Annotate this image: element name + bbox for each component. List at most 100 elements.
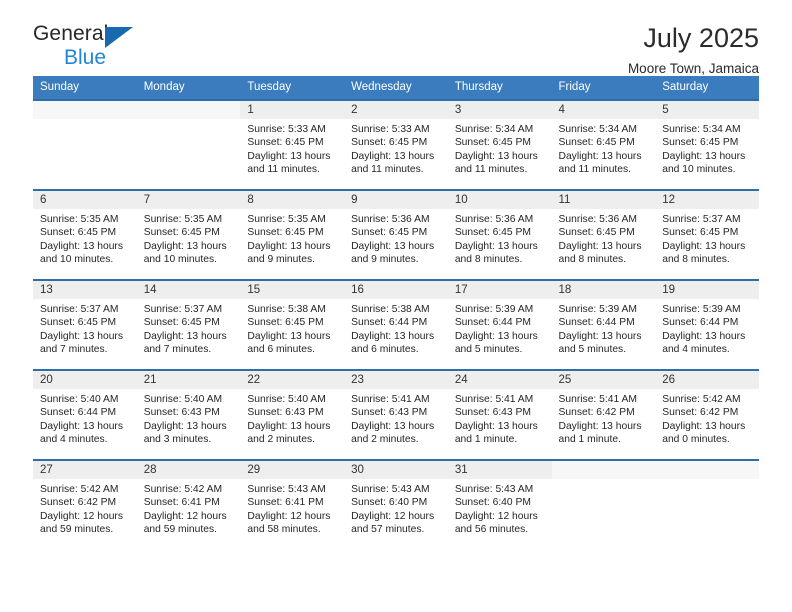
sunrise-time: Sunrise: 5:41 AM <box>558 393 637 405</box>
calendar-day-cell[interactable]: 12 Sunrise: 5:37 AM Sunset: 6:45 PM Dayligh… <box>655 188 759 279</box>
day-cell-inner: 3 Sunrise: 5:34 AM Sunset: 6:45 PM Daylight… <box>447 98 552 189</box>
calendar-day-cell[interactable]: 25 Sunrise: 5:41 AM Sunset: 6:42 PM Dayligh… <box>551 368 656 459</box>
calendar-day-cell[interactable]: 17 Sunrise: 5:39 AM Sunset: 6:44 PM Dayligh… <box>447 278 552 369</box>
daylight-duration-line1: Daylight: 13 hours <box>662 330 746 342</box>
calendar-day-cell[interactable]: 2 Sunrise: 5:33 AM Sunset: 6:45 PM Daylight… <box>344 98 448 189</box>
calendar-day-cell[interactable]: 5 Sunrise: 5:34 AM Sunset: 6:45 PM Daylight… <box>655 98 759 189</box>
calendar-day-cell[interactable]: 10 Sunrise: 5:36 AM Sunset: 6:45 PM Dayligh… <box>447 188 552 279</box>
calendar-day-cell[interactable]: 1 Sunrise: 5:33 AM Sunset: 6:45 PM Daylight… <box>240 98 345 189</box>
daylight-duration-line2: and 1 minute. <box>454 434 518 446</box>
daylight-duration-line1: Daylight: 13 hours <box>454 150 538 162</box>
sunset-time: Sunset: 6:45 PM <box>558 227 635 239</box>
calendar-day-cell[interactable]: 8 Sunrise: 5:35 AM Sunset: 6:45 PM Daylight… <box>240 188 345 279</box>
sunset-time: Sunset: 6:45 PM <box>143 227 220 239</box>
daylight-duration-line1: Daylight: 13 hours <box>351 240 435 252</box>
logo-text-blue: Blue <box>64 46 107 69</box>
day-cell-inner: 8 Sunrise: 5:35 AM Sunset: 6:45 PM Daylight… <box>240 188 345 279</box>
calendar-day-cell[interactable]: 7 Sunrise: 5:35 AM Sunset: 6:45 PM Daylight… <box>136 188 241 279</box>
calendar-day-cell[interactable]: 24 Sunrise: 5:41 AM Sunset: 6:43 PM Dayligh… <box>447 368 552 459</box>
calendar-day-cell[interactable]: 15 Sunrise: 5:38 AM Sunset: 6:45 PM Dayligh… <box>240 278 345 369</box>
day-number: 7 <box>136 190 241 209</box>
daylight-duration-line1: Daylight: 12 hours <box>247 510 331 522</box>
calendar-day-cell[interactable]: 16 Sunrise: 5:38 AM Sunset: 6:44 PM Dayligh… <box>344 278 448 369</box>
daylight-duration-line1: Daylight: 13 hours <box>454 240 538 252</box>
sunset-time: Sunset: 6:43 PM <box>454 407 531 419</box>
day-number: 8 <box>240 190 345 209</box>
sunset-time: Sunset: 6:40 PM <box>351 497 428 509</box>
day-details: Sunrise: 5:33 AM Sunset: 6:45 PM Daylight:… <box>240 119 344 177</box>
daylight-duration-line2: and 11 minutes. <box>247 164 320 176</box>
calendar-day-cell[interactable]: 30 Sunrise: 5:43 AM Sunset: 6:40 PM Dayligh… <box>344 458 448 549</box>
sunrise-time: Sunrise: 5:34 AM <box>558 123 637 135</box>
sunset-time: Sunset: 6:44 PM <box>40 407 117 419</box>
daylight-duration-line2: and 11 minutes. <box>454 164 528 176</box>
sunrise-time: Sunrise: 5:43 AM <box>454 483 534 495</box>
day-cell-inner: 27 Sunrise: 5:42 AM Sunset: 6:42 PM Dayligh… <box>33 458 137 549</box>
day-details: Sunrise: 5:36 AM Sunset: 6:45 PM Daylight:… <box>344 209 448 267</box>
day-number: 22 <box>240 370 345 389</box>
calendar-day-cell[interactable]: 23 Sunrise: 5:41 AM Sunset: 6:43 PM Dayligh… <box>344 368 448 459</box>
generalblue-logo[interactable]: General Blue <box>33 22 153 78</box>
calendar-day-cell[interactable]: 13 Sunrise: 5:37 AM Sunset: 6:45 PM Dayligh… <box>33 278 137 369</box>
sunset-time: Sunset: 6:41 PM <box>247 497 324 509</box>
calendar-week-row: 27 Sunrise: 5:42 AM Sunset: 6:42 PM Dayligh… <box>33 458 759 549</box>
day-cell-inner: 18 Sunrise: 5:39 AM Sunset: 6:44 PM Dayligh… <box>551 278 656 369</box>
calendar-day-cell[interactable]: 3 Sunrise: 5:34 AM Sunset: 6:45 PM Daylight… <box>447 98 552 189</box>
day-details: Sunrise: 5:37 AM Sunset: 6:45 PM Daylight:… <box>655 209 759 267</box>
weekday-header-sunday: Sunday <box>33 76 137 99</box>
masthead: General Blue July 2025 Moore Town, Jamai… <box>33 0 759 76</box>
day-cell-inner: 28 Sunrise: 5:42 AM Sunset: 6:41 PM Dayligh… <box>136 458 241 549</box>
sunrise-time: Sunrise: 5:40 AM <box>40 393 119 405</box>
day-cell-inner: 20 Sunrise: 5:40 AM Sunset: 6:44 PM Dayligh… <box>33 368 137 459</box>
daylight-duration-line1: Daylight: 13 hours <box>454 420 538 432</box>
calendar-page: General Blue July 2025 Moore Town, Jamai… <box>0 0 792 612</box>
day-cell-inner: 12 Sunrise: 5:37 AM Sunset: 6:45 PM Dayligh… <box>655 188 759 279</box>
daylight-duration-line2: and 2 minutes. <box>351 434 419 446</box>
day-number: 27 <box>33 460 137 479</box>
day-number <box>551 460 656 479</box>
day-cell-inner: 23 Sunrise: 5:41 AM Sunset: 6:43 PM Dayligh… <box>344 368 448 459</box>
daylight-duration-line1: Daylight: 13 hours <box>247 330 331 342</box>
day-details: Sunrise: 5:36 AM Sunset: 6:45 PM Daylight:… <box>552 209 656 267</box>
calendar-day-cell[interactable]: 20 Sunrise: 5:40 AM Sunset: 6:44 PM Dayligh… <box>33 368 137 459</box>
calendar-day-cell[interactable]: 11 Sunrise: 5:36 AM Sunset: 6:45 PM Dayligh… <box>551 188 656 279</box>
calendar-day-cell[interactable]: 26 Sunrise: 5:42 AM Sunset: 6:42 PM Dayligh… <box>655 368 759 459</box>
day-details: Sunrise: 5:34 AM Sunset: 6:45 PM Daylight:… <box>552 119 656 177</box>
sunrise-time: Sunrise: 5:39 AM <box>558 303 637 315</box>
sunrise-time: Sunrise: 5:38 AM <box>247 303 326 315</box>
calendar-day-cell[interactable]: 22 Sunrise: 5:40 AM Sunset: 6:43 PM Dayligh… <box>240 368 345 459</box>
sunrise-time: Sunrise: 5:42 AM <box>40 483 119 495</box>
calendar-day-cell[interactable]: 21 Sunrise: 5:40 AM Sunset: 6:43 PM Dayligh… <box>136 368 241 459</box>
daylight-duration-line1: Daylight: 13 hours <box>143 240 227 252</box>
sunset-time: Sunset: 6:42 PM <box>40 497 117 509</box>
day-number: 2 <box>344 100 448 119</box>
calendar-day-cell[interactable]: 9 Sunrise: 5:36 AM Sunset: 6:45 PM Daylight… <box>344 188 448 279</box>
calendar-day-cell[interactable]: 19 Sunrise: 5:39 AM Sunset: 6:44 PM Dayligh… <box>655 278 759 369</box>
day-cell-inner: 24 Sunrise: 5:41 AM Sunset: 6:43 PM Dayligh… <box>447 368 552 459</box>
sunset-time: Sunset: 6:45 PM <box>454 137 531 149</box>
calendar-day-cell[interactable]: 6 Sunrise: 5:35 AM Sunset: 6:45 PM Daylight… <box>33 188 137 279</box>
calendar-day-cell[interactable]: 14 Sunrise: 5:37 AM Sunset: 6:45 PM Dayligh… <box>136 278 241 369</box>
calendar-day-cell[interactable]: 27 Sunrise: 5:42 AM Sunset: 6:42 PM Dayligh… <box>33 458 137 549</box>
daylight-duration-line2: and 7 minutes. <box>143 344 212 356</box>
sunrise-time: Sunrise: 5:35 AM <box>40 213 119 225</box>
daylight-duration-line2: and 10 minutes. <box>143 254 217 266</box>
day-details: Sunrise: 5:39 AM Sunset: 6:44 PM Daylight:… <box>655 299 759 357</box>
logo-text-general: General <box>33 22 109 45</box>
sunrise-time: Sunrise: 5:36 AM <box>454 213 534 225</box>
day-number: 24 <box>447 370 552 389</box>
calendar-day-cell[interactable]: 4 Sunrise: 5:34 AM Sunset: 6:45 PM Daylight… <box>551 98 656 189</box>
day-cell-inner: 15 Sunrise: 5:38 AM Sunset: 6:45 PM Dayligh… <box>240 278 345 369</box>
sunrise-time: Sunrise: 5:33 AM <box>351 123 430 135</box>
calendar-day-cell[interactable]: 18 Sunrise: 5:39 AM Sunset: 6:44 PM Dayligh… <box>551 278 656 369</box>
daylight-duration-line2: and 59 minutes. <box>143 524 217 536</box>
calendar-day-cell[interactable]: 29 Sunrise: 5:43 AM Sunset: 6:41 PM Dayligh… <box>240 458 345 549</box>
calendar-day-cell[interactable]: 28 Sunrise: 5:42 AM Sunset: 6:41 PM Dayligh… <box>136 458 241 549</box>
day-number: 25 <box>551 370 656 389</box>
day-cell-inner: 1 Sunrise: 5:33 AM Sunset: 6:45 PM Daylight… <box>240 98 345 189</box>
sunset-time: Sunset: 6:45 PM <box>662 227 739 239</box>
sunrise-time: Sunrise: 5:39 AM <box>662 303 741 315</box>
day-number: 1 <box>240 100 345 119</box>
page-subtitle: Moore Town, Jamaica <box>627 61 759 77</box>
calendar-day-cell[interactable]: 31 Sunrise: 5:43 AM Sunset: 6:40 PM Dayligh… <box>447 458 552 549</box>
